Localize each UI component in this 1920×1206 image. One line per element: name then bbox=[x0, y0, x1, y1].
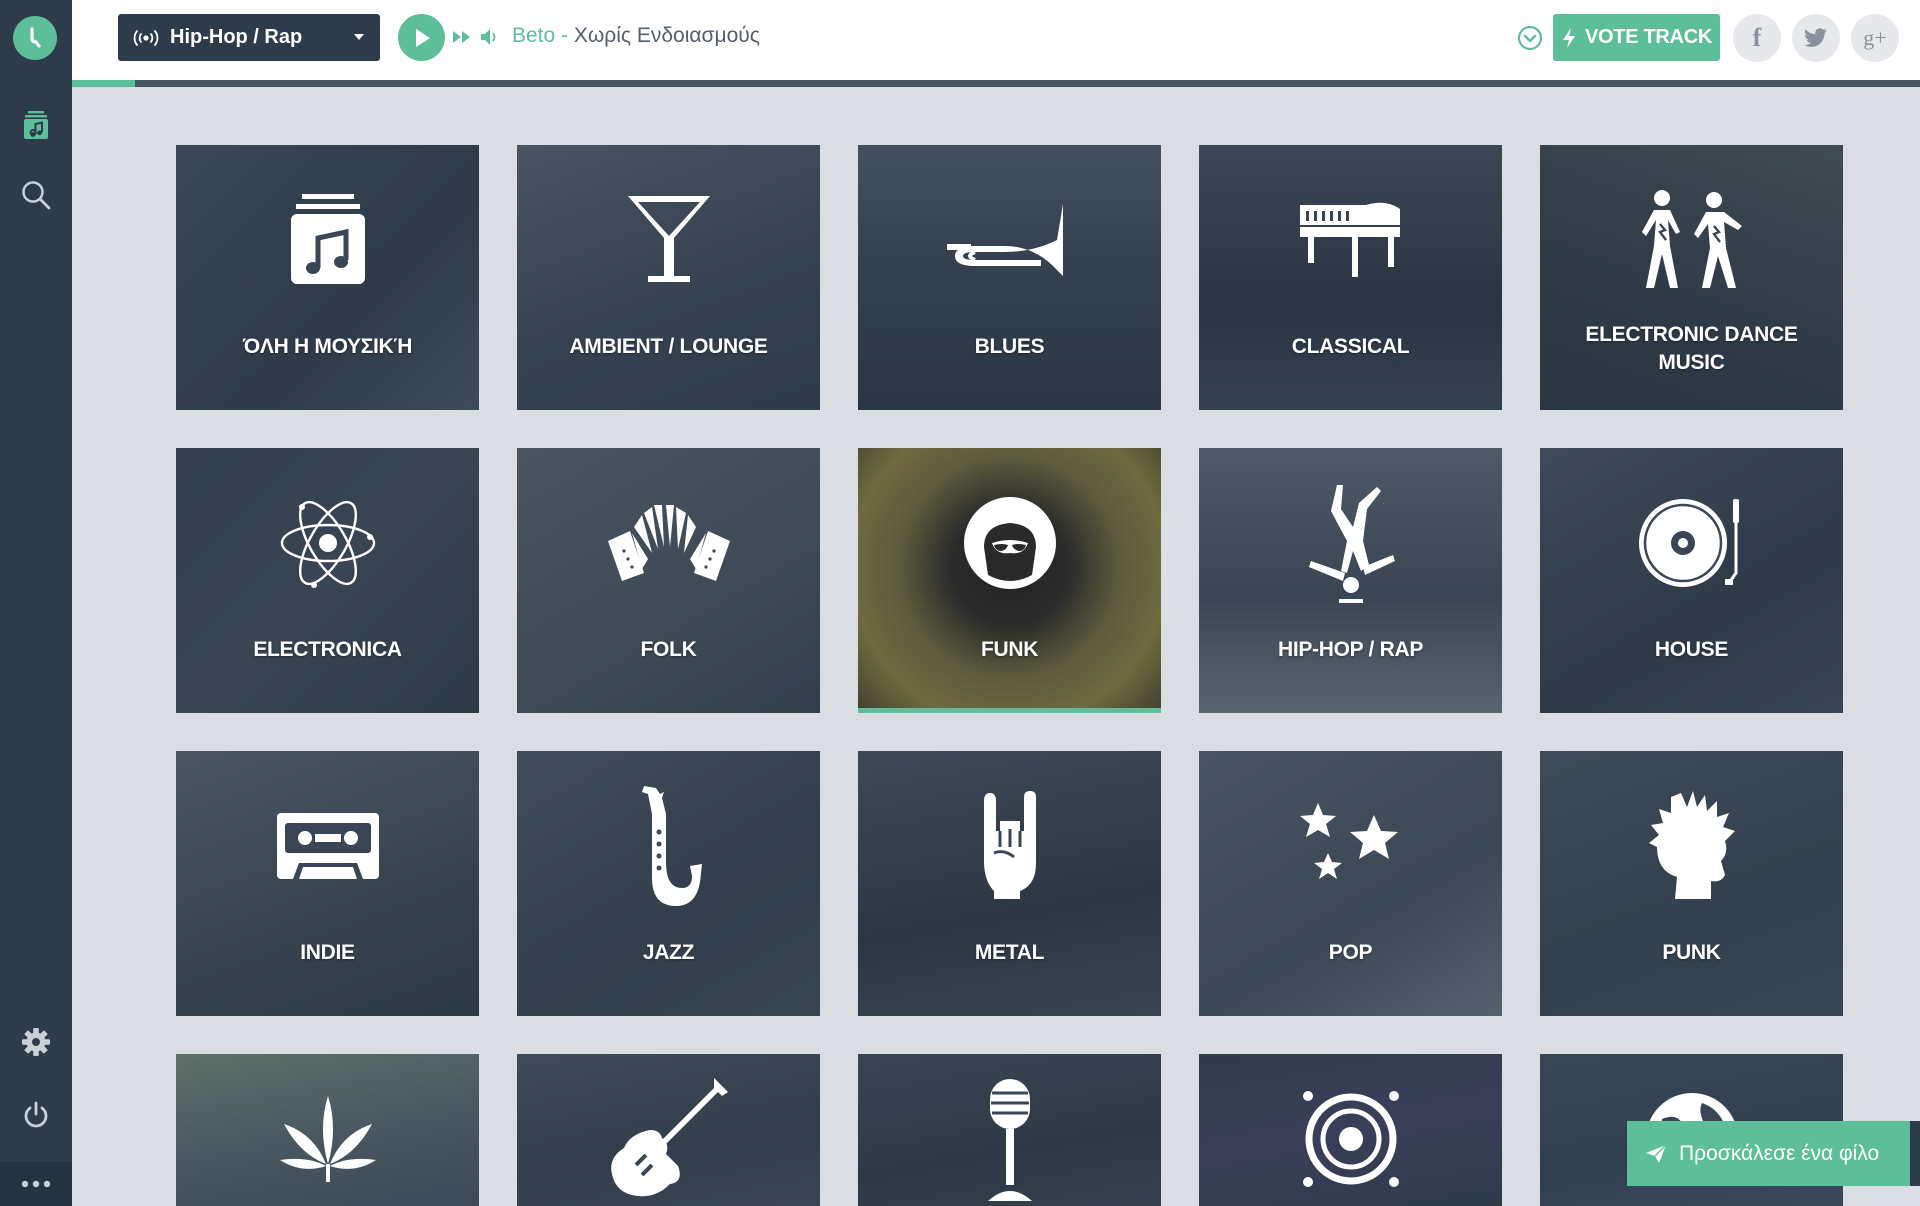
genre-tile-label: HOUSE bbox=[1654, 638, 1729, 661]
power-icon bbox=[24, 1101, 48, 1128]
twitter-share-button[interactable] bbox=[1792, 14, 1840, 62]
genre-tile-label: FUNK bbox=[980, 638, 1039, 661]
music-note-icon bbox=[176, 185, 479, 295]
facebook-share-button[interactable]: f bbox=[1733, 14, 1781, 62]
track-separator: - bbox=[555, 24, 574, 47]
logo-icon bbox=[30, 27, 41, 48]
cocktail-icon bbox=[517, 185, 820, 295]
genre-tile[interactable]: PUNK bbox=[1540, 751, 1843, 1016]
saxophone-icon bbox=[517, 786, 820, 906]
breakdancer-icon bbox=[1199, 485, 1502, 603]
genre-tile[interactable]: CLASSICAL bbox=[1199, 145, 1502, 410]
genre-tile-label: HIP-HOP / RAP bbox=[1277, 638, 1424, 661]
leaf-icon bbox=[176, 1084, 479, 1194]
guitar-icon bbox=[517, 1078, 820, 1197]
genre-tile[interactable]: FOLK bbox=[517, 448, 820, 713]
genre-tile-label: ΌΛΗ Η ΜΟΥΣΙΚΉ bbox=[242, 335, 413, 358]
now-playing: Beto - Χωρίς Ενδοιασμούς bbox=[512, 24, 760, 48]
paper-plane-icon bbox=[1646, 1144, 1667, 1163]
googleplus-icon: g+ bbox=[1863, 25, 1887, 50]
genre-tile-label: POP bbox=[1328, 941, 1373, 964]
genre-tile[interactable]: FUNK bbox=[858, 448, 1161, 713]
stars-icon bbox=[1199, 791, 1502, 901]
gear-icon bbox=[22, 1028, 50, 1056]
sidebar-item-logout[interactable] bbox=[0, 1090, 72, 1140]
genre-tile[interactable]: AMBIENT / LOUNGE bbox=[517, 145, 820, 410]
vote-track-button[interactable]: VOTE TRACK bbox=[1553, 14, 1720, 61]
genre-tile-label: ELECTRONICA bbox=[253, 638, 402, 661]
genre-tile[interactable] bbox=[1199, 1054, 1502, 1206]
genre-tile[interactable]: ELECTRONICA bbox=[176, 448, 479, 713]
genre-tile-label: JAZZ bbox=[642, 941, 695, 964]
music-library-icon bbox=[24, 111, 48, 139]
genre-tile[interactable]: POP bbox=[1199, 751, 1502, 1016]
sidebar-item-genres[interactable] bbox=[0, 100, 72, 150]
scroll-edge bbox=[1910, 1121, 1920, 1186]
dancers-icon bbox=[1540, 185, 1843, 295]
lightning-icon bbox=[1562, 27, 1575, 48]
atom-icon bbox=[176, 488, 479, 598]
play-button[interactable] bbox=[398, 14, 445, 61]
track-options-button[interactable] bbox=[1517, 25, 1543, 56]
app-logo[interactable] bbox=[13, 16, 57, 60]
station-label: Hip-Hop / Rap bbox=[170, 26, 303, 48]
play-icon bbox=[415, 28, 430, 47]
station-selector[interactable]: Hip-Hop / Rap bbox=[118, 14, 380, 61]
more-options-button[interactable] bbox=[0, 1162, 72, 1206]
track-title: Χωρίς Ενδοιασμούς bbox=[573, 24, 760, 47]
chevron-down-icon bbox=[354, 34, 364, 40]
facebook-icon: f bbox=[1752, 23, 1762, 52]
volume-button[interactable] bbox=[480, 28, 500, 51]
genre-tile[interactable]: ΌΛΗ Η ΜΟΥΣΙΚΉ bbox=[176, 145, 479, 410]
genre-tile[interactable]: BLUES bbox=[858, 145, 1161, 410]
invite-friend-button[interactable]: Προσκάλεσε ένα φίλο bbox=[1627, 1121, 1910, 1186]
sidebar-item-search[interactable] bbox=[0, 170, 72, 220]
genre-tile-label: CLASSICAL bbox=[1291, 335, 1410, 358]
piano-icon bbox=[1199, 185, 1502, 295]
volume-icon bbox=[481, 29, 496, 45]
ellipsis-icon bbox=[21, 1180, 51, 1188]
microphone-icon bbox=[858, 1079, 1161, 1201]
genre-tile[interactable]: HOUSE bbox=[1540, 448, 1843, 713]
vote-track-label: VOTE TRACK bbox=[1584, 26, 1712, 48]
googleplus-share-button[interactable]: g+ bbox=[1851, 14, 1899, 62]
genre-tile-label: FOLK bbox=[640, 638, 697, 661]
afro-icon bbox=[858, 488, 1161, 598]
mohawk-icon bbox=[1540, 791, 1843, 901]
sidebar-item-settings[interactable] bbox=[0, 1017, 72, 1067]
genre-tile[interactable]: INDIE bbox=[176, 751, 479, 1016]
genre-tile-label: PUNK bbox=[1662, 941, 1721, 964]
genre-tile-label: ELECTRONIC DANCE MUSIC bbox=[1585, 323, 1798, 374]
genre-tile-label: INDIE bbox=[300, 941, 355, 964]
chevron-circle-down-icon bbox=[1517, 25, 1543, 51]
track-progress-bar[interactable] bbox=[72, 80, 1920, 87]
skip-button[interactable] bbox=[452, 29, 472, 50]
fast-forward-icon bbox=[453, 31, 470, 43]
horns-hand-icon bbox=[858, 791, 1161, 901]
accordion-icon bbox=[517, 488, 820, 598]
genre-tile[interactable]: METAL bbox=[858, 751, 1161, 1016]
genre-tile-label: BLUES bbox=[974, 335, 1045, 358]
twitter-icon bbox=[1804, 28, 1827, 47]
search-icon bbox=[22, 181, 51, 210]
cassette-icon bbox=[176, 791, 479, 901]
trumpet-icon bbox=[858, 185, 1161, 295]
track-progress-fill bbox=[72, 80, 135, 87]
track-artist[interactable]: Beto bbox=[512, 24, 555, 47]
genre-tile[interactable] bbox=[858, 1054, 1161, 1206]
turntable-icon bbox=[1540, 488, 1843, 598]
genre-tile[interactable]: HIP-HOP / RAP bbox=[1199, 448, 1502, 713]
genre-tile[interactable] bbox=[176, 1054, 479, 1206]
genre-tile[interactable]: ELECTRONIC DANCE MUSIC bbox=[1540, 145, 1843, 410]
genre-tile[interactable]: JAZZ bbox=[517, 751, 820, 1016]
radio-broadcast-icon bbox=[133, 29, 159, 46]
speaker-icon bbox=[1199, 1084, 1502, 1194]
genre-tile-label: AMBIENT / LOUNGE bbox=[569, 335, 768, 358]
invite-friend-label: Προσκάλεσε ένα φίλο bbox=[1679, 1141, 1880, 1165]
sidebar bbox=[0, 0, 72, 1206]
genre-tile[interactable] bbox=[517, 1054, 820, 1206]
genre-tile-label: METAL bbox=[974, 941, 1045, 964]
